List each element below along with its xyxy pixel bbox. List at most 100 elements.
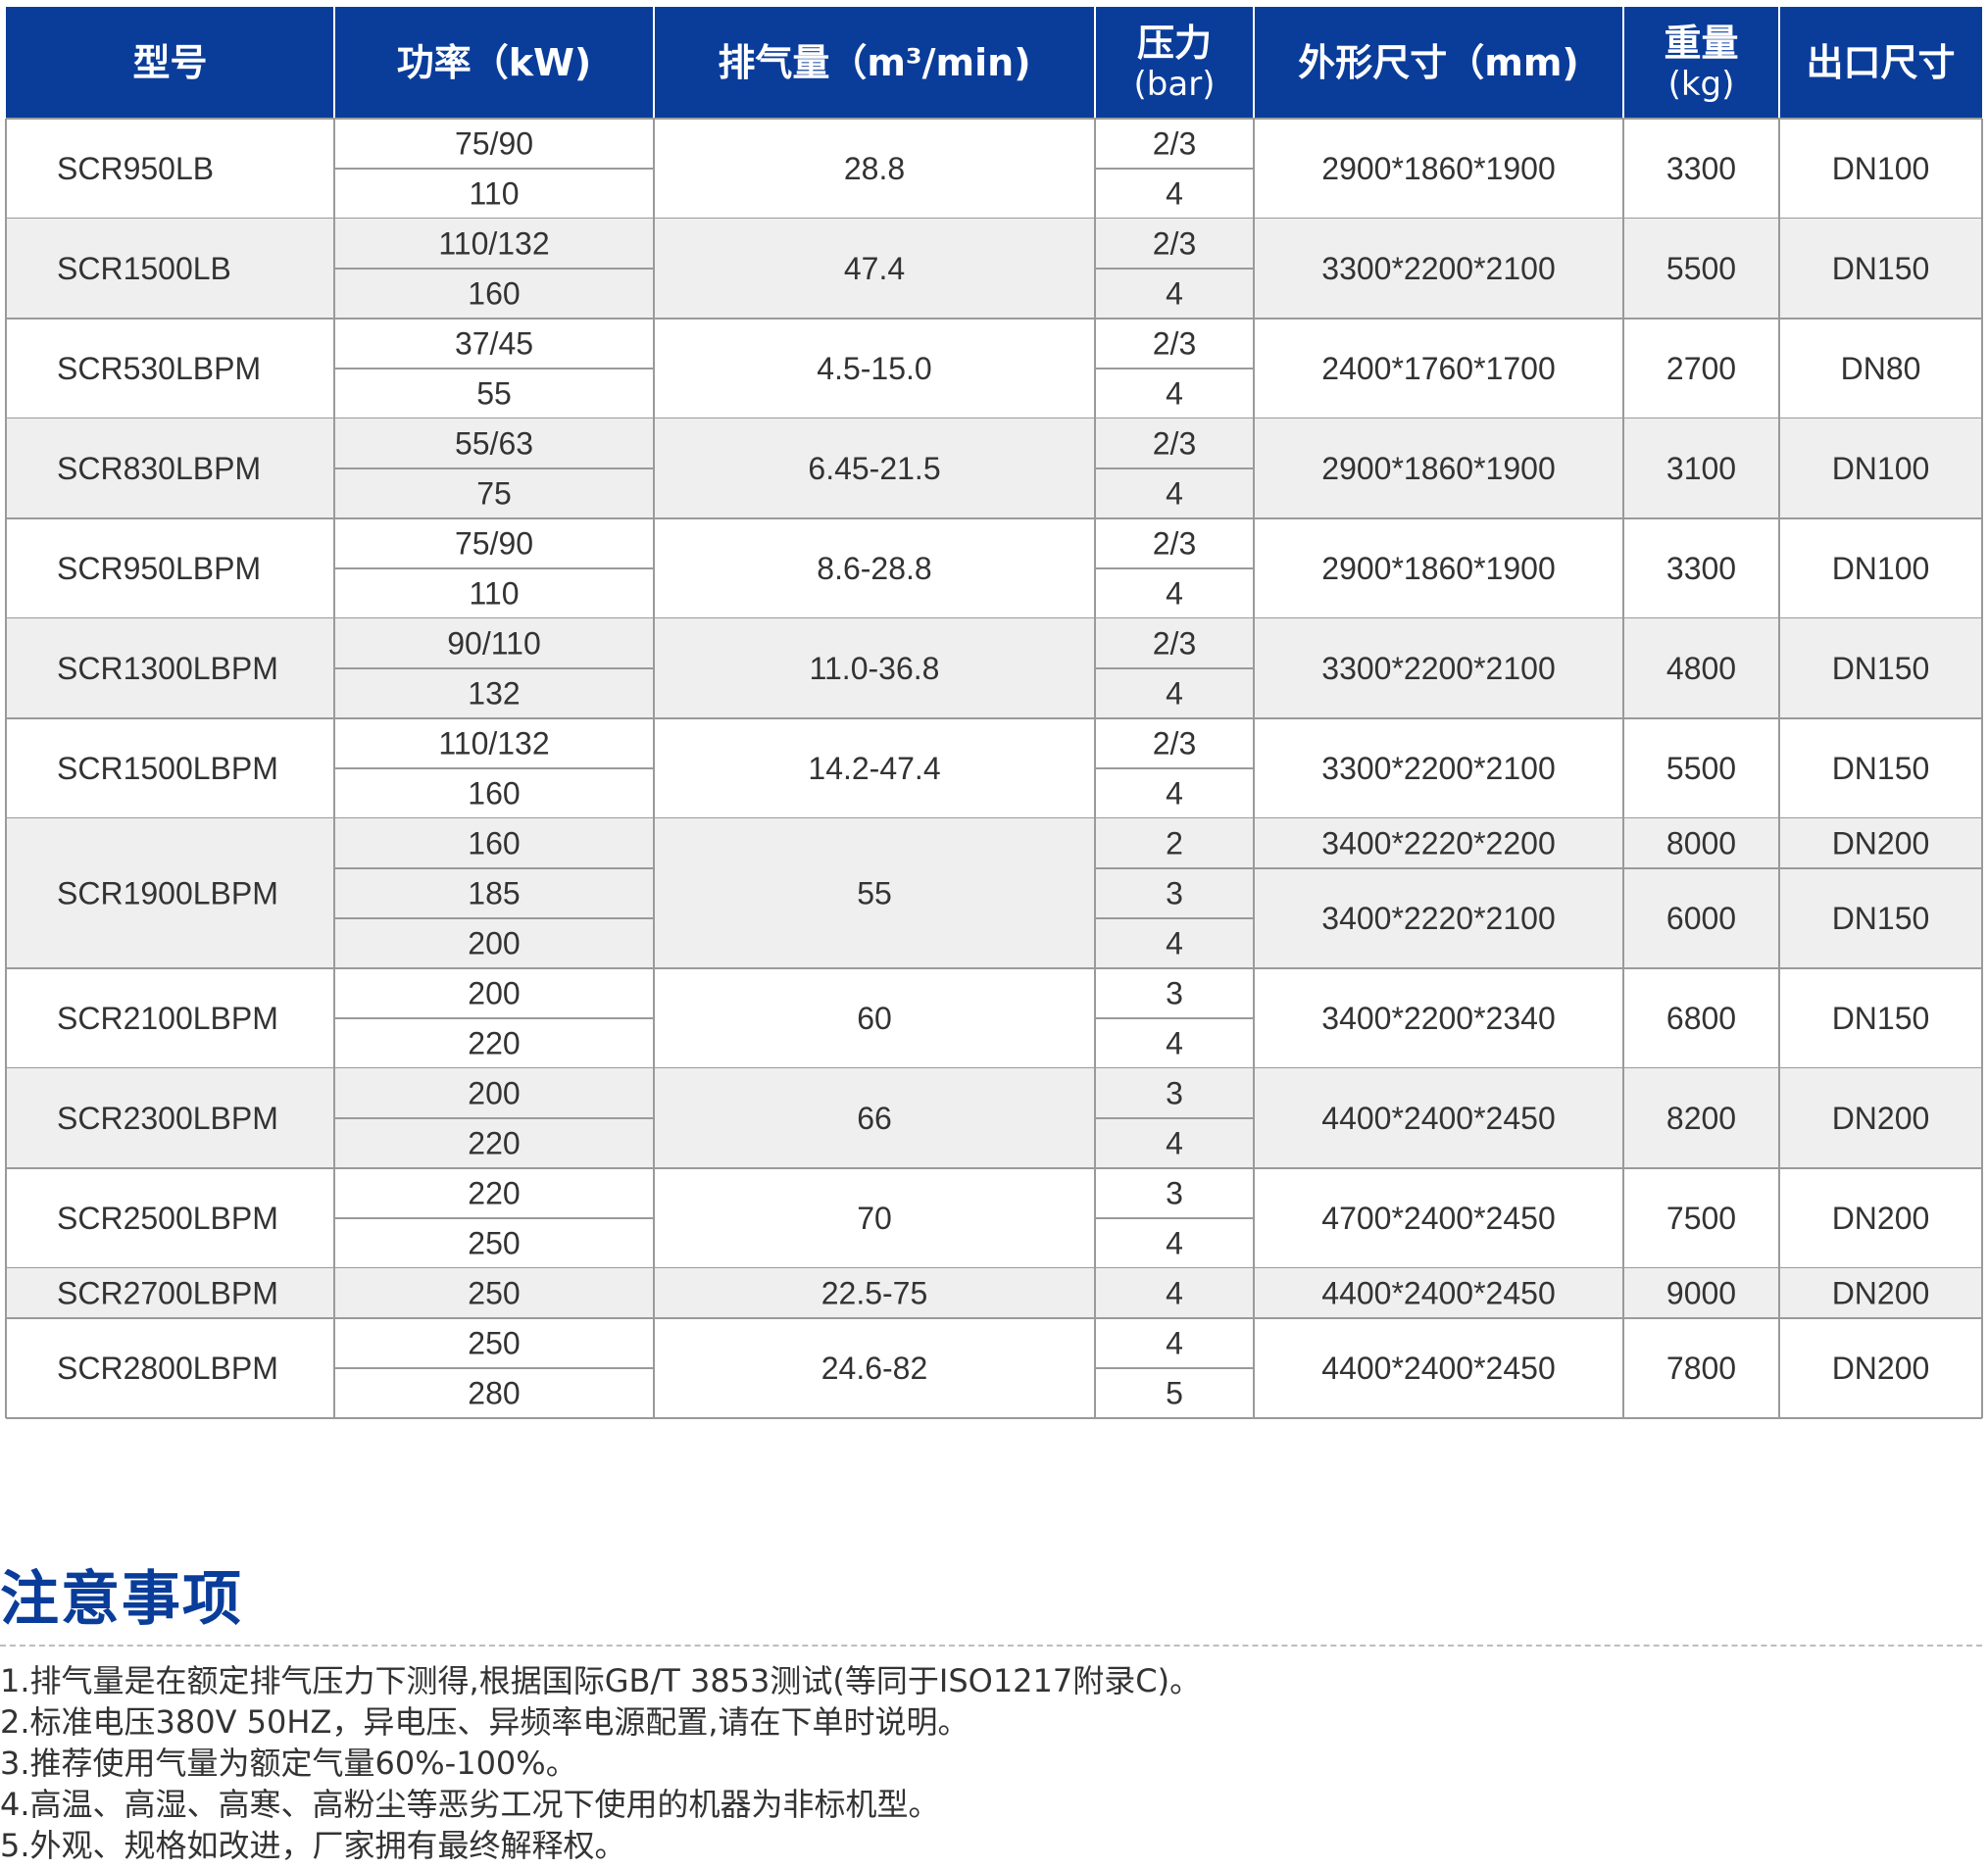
pressure-cell: 4 — [1166, 276, 1183, 312]
flow-cell: 55 — [857, 876, 892, 911]
outlet-cell: DN100 — [1832, 551, 1930, 586]
power-cell: 200 — [468, 926, 520, 961]
pressure-cell: 3 — [1166, 1176, 1183, 1211]
weight-cell: 5500 — [1666, 251, 1736, 286]
power-cell: 220 — [468, 1176, 520, 1211]
pressure-cell: 4 — [1166, 576, 1183, 612]
flow-cell: 6.45-21.5 — [808, 451, 940, 486]
power-cell: 220 — [468, 1026, 520, 1061]
notes-list: 1.排气量是在额定排气压力下测得,根据国际GB/T 3853测试(等同于ISO1… — [0, 1660, 1201, 1866]
model-cell: SCR2300LBPM — [57, 1101, 278, 1136]
model-cell: SCR950LBPM — [57, 551, 261, 586]
outlet-cell: DN150 — [1832, 651, 1930, 686]
flow-cell: 47.4 — [844, 251, 905, 286]
pressure-cell: 5 — [1166, 1376, 1183, 1411]
model-cell: SCR1900LBPM — [57, 876, 278, 911]
column-header: 型号 — [132, 41, 207, 84]
dims-cell: 4400*2400*2450 — [1321, 1351, 1555, 1386]
dims-cell: 3300*2200*2100 — [1321, 251, 1555, 286]
model-cell: SCR950LB — [57, 151, 214, 186]
column-header: 压力 — [1137, 22, 1212, 65]
pressure-cell: 4 — [1166, 1026, 1183, 1061]
weight-cell: 3300 — [1666, 551, 1736, 586]
pressure-cell: 4 — [1166, 1326, 1183, 1361]
power-cell: 37/45 — [455, 326, 533, 362]
pressure-cell: 2/3 — [1153, 226, 1196, 262]
power-cell: 280 — [468, 1376, 520, 1411]
flow-cell: 22.5-75 — [821, 1276, 928, 1311]
power-cell: 110/132 — [438, 726, 549, 762]
column-header: 外形尺寸（mm) — [1298, 41, 1579, 84]
dims-cell: 3400*2220*2100 — [1321, 901, 1555, 936]
column-header: 排气量（m³/min) — [718, 41, 1030, 84]
weight-cell: 5500 — [1666, 751, 1736, 786]
column-header: 重量 — [1664, 22, 1738, 65]
pressure-cell: 4 — [1166, 1276, 1183, 1311]
pressure-cell: 4 — [1166, 476, 1183, 512]
power-cell: 110 — [469, 176, 519, 212]
dims-cell: 4400*2400*2450 — [1321, 1276, 1555, 1311]
power-cell: 200 — [468, 1076, 520, 1111]
note-item: 4.高温、高湿、高寒、高粉尘等恶劣工况下使用的机器为非标机型。 — [0, 1786, 940, 1823]
column-header-unit: (bar) — [1134, 65, 1216, 104]
weight-cell: 8000 — [1666, 826, 1736, 861]
outlet-cell: DN80 — [1841, 351, 1921, 386]
power-cell: 110/132 — [438, 226, 549, 262]
pressure-cell: 2/3 — [1153, 726, 1196, 762]
power-cell: 200 — [468, 976, 520, 1011]
outlet-cell: DN150 — [1832, 251, 1930, 286]
model-cell: SCR2500LBPM — [57, 1201, 278, 1236]
model-cell: SCR1300LBPM — [57, 651, 278, 686]
pressure-cell: 2/3 — [1153, 426, 1196, 462]
model-cell: SCR2100LBPM — [57, 1001, 278, 1036]
flow-cell: 24.6-82 — [821, 1351, 928, 1386]
power-cell: 55 — [476, 376, 512, 412]
weight-cell: 4800 — [1666, 651, 1736, 686]
pressure-cell: 2/3 — [1153, 126, 1196, 162]
flow-cell: 11.0-36.8 — [810, 651, 940, 686]
column-header: 功率（kW) — [397, 41, 592, 84]
weight-cell: 7500 — [1666, 1201, 1736, 1236]
power-cell: 160 — [468, 826, 520, 861]
spec-table: 型号 功率（kW) 排气量（m³/min) 压力(bar) 外形尺寸（mm) 重量(kg)… — [5, 7, 1983, 1419]
outlet-cell: DN200 — [1832, 1351, 1930, 1386]
flow-cell: 28.8 — [844, 151, 905, 186]
weight-cell: 7800 — [1666, 1351, 1736, 1386]
pressure-cell: 3 — [1166, 1076, 1183, 1111]
flow-cell: 66 — [857, 1101, 892, 1136]
outlet-cell: DN100 — [1832, 151, 1930, 186]
pressure-cell: 3 — [1166, 976, 1183, 1011]
power-cell: 110 — [469, 576, 519, 612]
column-header: 出口尺寸 — [1806, 41, 1955, 84]
dims-cell: 4400*2400*2450 — [1321, 1101, 1555, 1136]
pressure-cell: 4 — [1166, 376, 1183, 412]
outlet-cell: DN200 — [1832, 826, 1930, 861]
dims-cell: 3300*2200*2100 — [1321, 751, 1555, 786]
power-cell: 55/63 — [455, 426, 533, 462]
note-item: 5.外观、规格如改进，厂家拥有最终解释权。 — [0, 1827, 626, 1864]
outlet-cell: DN150 — [1832, 901, 1930, 936]
dims-cell: 4700*2400*2450 — [1321, 1201, 1555, 1236]
power-cell: 250 — [468, 1326, 520, 1361]
dims-cell: 3400*2200*2340 — [1321, 1001, 1555, 1036]
power-cell: 250 — [468, 1226, 520, 1261]
outlet-cell: DN100 — [1832, 451, 1930, 486]
pressure-cell: 4 — [1166, 926, 1183, 961]
pressure-cell: 2 — [1166, 826, 1183, 861]
pressure-cell: 2/3 — [1153, 526, 1196, 562]
pressure-cell: 4 — [1166, 776, 1183, 812]
dims-cell: 2900*1860*1900 — [1321, 551, 1555, 586]
model-cell: SCR530LBPM — [57, 351, 261, 386]
note-item: 3.推荐使用气量为额定气量60%-100%。 — [0, 1745, 577, 1782]
power-cell: 160 — [468, 776, 520, 812]
weight-cell: 8200 — [1666, 1101, 1736, 1136]
flow-cell: 14.2-47.4 — [808, 751, 940, 786]
pressure-cell: 2/3 — [1153, 626, 1196, 662]
weight-cell: 3100 — [1666, 451, 1736, 486]
flow-cell: 70 — [857, 1201, 892, 1236]
pressure-cell: 3 — [1166, 876, 1183, 911]
weight-cell: 3300 — [1666, 151, 1736, 186]
power-cell: 185 — [468, 876, 520, 911]
note-item: 2.标准电压380V 50HZ，异电压、异频率电源配置,请在下单时说明。 — [0, 1703, 969, 1741]
weight-cell: 9000 — [1666, 1276, 1736, 1311]
